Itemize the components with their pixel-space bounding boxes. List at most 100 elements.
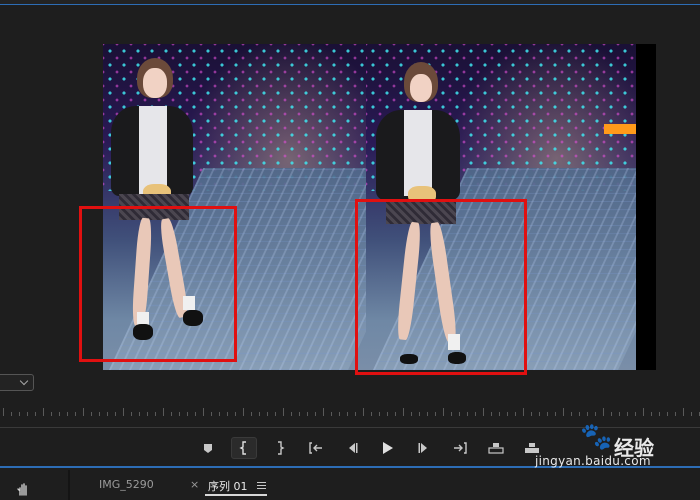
ruler-tick [459,412,460,416]
hamburger-menu-icon[interactable] [257,482,266,489]
go-to-out-button[interactable] [447,437,473,459]
ruler-tick [499,412,500,416]
ruler-tick [467,412,468,416]
step-back-button[interactable] [339,437,365,459]
ruler-tick [3,408,4,416]
ruler-tick [227,412,228,416]
ruler-tick [283,408,284,416]
ruler-tick [315,412,316,416]
ruler-tick [203,408,204,416]
step-forward-icon [418,443,427,453]
panel-top-border [0,0,700,5]
ruler-tick [507,412,508,416]
ruler-tick [451,412,452,416]
lift-button[interactable] [483,437,509,459]
ruler-tick [155,412,156,416]
panel-divider [68,470,70,500]
ruler-tick [291,412,292,416]
ruler-tick [387,412,388,416]
transport-controls [195,436,555,460]
active-tab-indicator [205,494,267,496]
play-button[interactable] [375,437,401,459]
video-frame-left [103,44,368,370]
ruler-tick [563,408,564,416]
ruler-tick [555,412,556,416]
ruler-tick [267,412,268,416]
hand-tool-icon[interactable] [16,482,30,496]
timeline-tab-bar: IMG_5290 × 序列 01 [0,470,700,500]
ruler-tick [547,412,548,416]
step-back-icon [349,443,358,453]
ruler-tick [443,408,444,416]
ruler-tick [147,412,148,416]
ruler-tick [123,408,124,416]
watermark-url: jingyan.baidu.com [535,454,651,468]
ruler-tick [339,412,340,416]
go-to-out-icon [454,442,467,454]
program-monitor-viewport[interactable] [0,6,700,372]
ruler-tick [259,412,260,416]
ruler-tick [363,408,364,416]
ruler-tick [59,412,60,416]
ruler-tick [19,412,20,416]
ruler-tick [275,412,276,416]
ruler-tick [195,412,196,416]
ruler-tick [27,412,28,416]
ruler-tick [179,412,180,416]
go-to-in-icon [309,442,322,454]
ruler-tick [371,412,372,416]
ruler-tick [83,408,84,416]
ruler-tick [131,412,132,416]
ruler-tick [595,412,596,416]
video-frame-right [366,44,638,370]
go-to-in-button[interactable] [303,437,329,459]
ruler-tick [163,408,164,416]
step-forward-button[interactable] [411,437,437,459]
add-marker-button[interactable] [195,437,221,459]
ruler-tick [75,412,76,416]
ruler-tick [107,412,108,416]
ruler-tick [219,412,220,416]
ruler-tick [243,408,244,416]
ruler-tick [531,412,532,416]
tab-sequence-01[interactable]: 序列 01 [208,478,248,494]
ruler-tick [187,412,188,416]
ruler-tick [299,412,300,416]
ruler-tick [515,412,516,416]
ruler-tick [539,412,540,416]
ruler-tick [683,408,684,416]
ruler-tick [619,412,620,416]
baidu-jingyan-watermark: 🐾 经验 jingyan.baidu.com [530,420,700,470]
ruler-tick [331,412,332,416]
ruler-tick [475,412,476,416]
ruler-tick [435,412,436,416]
zoom-level-dropdown[interactable] [0,374,34,391]
ruler-tick [35,412,36,416]
time-ruler[interactable] [0,400,700,420]
letterbox-bar [636,44,656,370]
chevron-down-icon [19,376,29,386]
ruler-tick [691,412,692,416]
ruler-tick [419,412,420,416]
baidu-paw-logo: 🐾 [580,422,613,452]
play-icon [383,442,393,454]
ruler-tick [403,408,404,416]
ruler-tick [355,412,356,416]
lift-icon [488,443,504,454]
mark-in-button[interactable] [231,437,257,459]
ruler-tick [491,412,492,416]
ruler-tick [627,412,628,416]
ruler-tick [347,412,348,416]
ruler-tick [11,412,12,416]
tab-close-icon[interactable]: × [190,478,199,491]
mark-out-button[interactable] [267,437,293,459]
ruler-tick [675,412,676,416]
mark-out-icon [278,441,285,455]
tab-img-5290[interactable]: IMG_5290 [99,478,154,491]
ruler-tick [483,408,484,416]
ruler-tick [323,408,324,416]
mark-in-icon [239,441,246,455]
ruler-tick [115,412,116,416]
ruler-tick [587,412,588,416]
ruler-tick [51,412,52,416]
